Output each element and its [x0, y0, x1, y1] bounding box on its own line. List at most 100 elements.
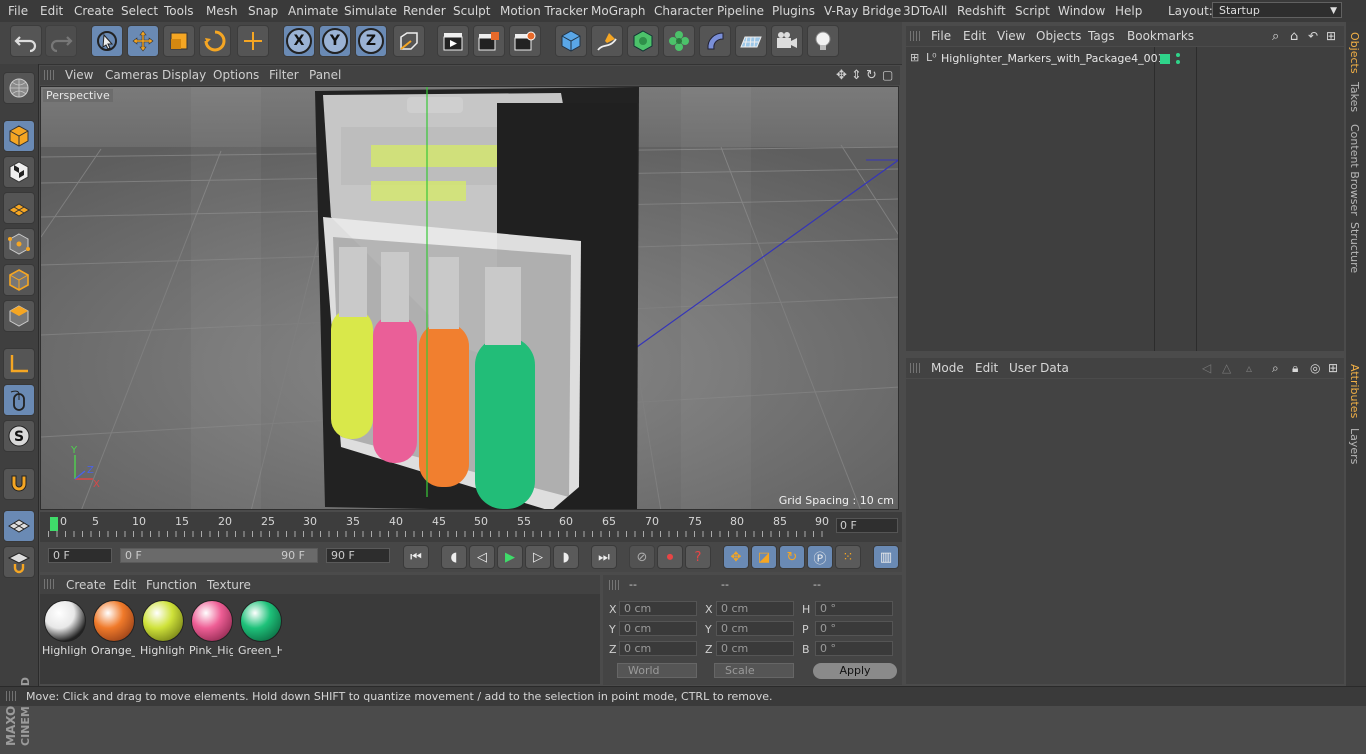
viewport-menu-cameras[interactable]: Cameras — [105, 68, 158, 82]
key-rotation-button[interactable]: ↻ — [779, 545, 805, 569]
autokey-button[interactable]: ? — [685, 545, 711, 569]
subdivision-surface-button[interactable] — [627, 25, 659, 57]
menu-plugins[interactable]: Plugins — [772, 4, 815, 18]
points-mode-button[interactable] — [3, 228, 35, 260]
render-to-picture-viewer-button[interactable] — [473, 25, 505, 57]
material-menu-edit[interactable]: Edit — [113, 578, 136, 592]
previous-frame-button[interactable]: ◁ — [469, 545, 495, 569]
om-menu-objects[interactable]: Objects — [1036, 29, 1081, 43]
z-axis-lock-button[interactable]: Z — [355, 25, 387, 57]
key-scale-button[interactable]: ◪ — [751, 545, 777, 569]
render-view-button[interactable] — [437, 25, 469, 57]
menu-pipeline[interactable]: Pipeline — [717, 4, 764, 18]
menu-animate[interactable]: Animate — [288, 4, 338, 18]
camera-button[interactable] — [771, 25, 803, 57]
position-y-field[interactable]: 0 cm — [619, 621, 697, 636]
light-button[interactable] — [807, 25, 839, 57]
undo-button[interactable] — [10, 25, 42, 57]
position-z-field[interactable]: 0 cm — [619, 641, 697, 656]
home-icon[interactable]: ⌂ — [1290, 29, 1298, 44]
panel-grip-icon[interactable] — [609, 580, 619, 590]
rotate-tool-button[interactable] — [199, 25, 231, 57]
viewport-move-icon[interactable]: ✥ — [836, 68, 847, 83]
tab-attributes[interactable]: Attributes — [1348, 364, 1361, 418]
object-name[interactable]: Highlighter_Markers_with_Package4_001 — [941, 52, 1165, 65]
om-menu-tags[interactable]: Tags — [1088, 29, 1115, 43]
lock-icon[interactable]: 🔒︎ — [1292, 361, 1298, 376]
x-axis-lock-button[interactable]: X — [283, 25, 315, 57]
visibility-render-icon[interactable] — [1176, 60, 1180, 64]
tab-content-browser[interactable]: Content Browser — [1348, 124, 1361, 216]
tweak-mode-button[interactable] — [3, 384, 35, 416]
panel-grip-icon[interactable] — [44, 70, 54, 80]
menu-select[interactable]: Select — [121, 4, 158, 18]
material-menu-texture[interactable]: Texture — [207, 578, 251, 592]
menu-script[interactable]: Script — [1015, 4, 1050, 18]
menu-snap[interactable]: Snap — [248, 4, 278, 18]
menu-render[interactable]: Render — [403, 4, 446, 18]
om-menu-edit[interactable]: Edit — [963, 29, 986, 43]
timeline-window-button[interactable]: ▥ — [873, 545, 899, 569]
cloner-button[interactable] — [663, 25, 695, 57]
menu-sculpt[interactable]: Sculpt — [453, 4, 490, 18]
menu-redshift[interactable]: Redshift — [957, 4, 1006, 18]
layout-dropdown[interactable]: Startup ▼ — [1212, 2, 1342, 18]
material-swatch[interactable]: Orange_ — [91, 598, 135, 657]
new-window-icon[interactable]: ⊞ — [1326, 29, 1336, 43]
search-icon[interactable]: ⌕ — [1272, 29, 1279, 44]
menu-character[interactable]: Character — [654, 4, 713, 18]
om-menu-file[interactable]: File — [931, 29, 951, 43]
size-x-field[interactable]: 0 cm — [716, 601, 794, 616]
next-frame-button[interactable]: ▷ — [525, 545, 551, 569]
planar-workplane-button[interactable] — [3, 546, 35, 578]
magnet-button[interactable] — [3, 468, 35, 500]
key-position-button[interactable]: ✥ — [723, 545, 749, 569]
redo-button[interactable] — [45, 25, 77, 57]
om-menu-bookmarks[interactable]: Bookmarks — [1127, 29, 1194, 43]
key-pla-button[interactable]: ⁙ — [835, 545, 861, 569]
spline-pen-button[interactable] — [591, 25, 623, 57]
material-swatch[interactable]: Highligh — [140, 598, 184, 657]
viewport-menu-panel[interactable]: Panel — [309, 68, 341, 82]
viewport-menu-display[interactable]: Display — [162, 68, 206, 82]
menu-mesh[interactable]: Mesh — [206, 4, 238, 18]
viewport-menu-filter[interactable]: Filter — [269, 68, 299, 82]
object-row[interactable]: ⊞ L⁰ Highlighter_Markers_with_Package4_0… — [908, 51, 1165, 67]
viewport-menu-options[interactable]: Options — [213, 68, 259, 82]
move-tool-button[interactable] — [127, 25, 159, 57]
make-editable-button[interactable] — [3, 72, 35, 104]
go-to-end-button[interactable]: ⏭ — [591, 545, 617, 569]
rotation-p-field[interactable]: 0 ° — [815, 621, 893, 636]
attr-menu-edit[interactable]: Edit — [975, 361, 998, 375]
back-arrow-icon[interactable]: ◁ — [1202, 361, 1211, 375]
scale-tool-button[interactable] — [163, 25, 195, 57]
coordinate-system-button[interactable] — [393, 25, 425, 57]
size-mode-dropdown[interactable]: Scale — [714, 663, 794, 678]
menu-3dtoall[interactable]: 3DToAll — [903, 4, 947, 18]
deformer-button[interactable] — [699, 25, 731, 57]
key-parameter-button[interactable]: Ⓟ — [807, 545, 833, 569]
cube-object-button[interactable] — [555, 25, 587, 57]
position-x-field[interactable]: 0 cm — [619, 601, 697, 616]
menu-help[interactable]: Help — [1115, 4, 1142, 18]
current-frame-field[interactable]: 0 F — [836, 518, 898, 533]
viewport-camera-label[interactable]: Perspective — [43, 89, 113, 102]
menu-window[interactable]: Window — [1058, 4, 1105, 18]
viewport-maximize-icon[interactable]: ▢ — [882, 68, 893, 82]
tab-takes[interactable]: Takes — [1348, 82, 1361, 112]
workplane-mode-button[interactable] — [3, 192, 35, 224]
model-mode-button[interactable] — [3, 120, 35, 152]
visibility-editor-icon[interactable] — [1176, 53, 1180, 57]
recent-tool-button[interactable] — [237, 25, 269, 57]
menu-create[interactable]: Create — [74, 4, 114, 18]
locked-workplane-button[interactable] — [3, 510, 35, 542]
menu-vray-bridge[interactable]: V-Ray Bridge — [824, 4, 901, 18]
tab-objects[interactable]: Objects — [1348, 32, 1361, 74]
material-menu-create[interactable]: Create — [66, 578, 106, 592]
material-swatch[interactable]: Pink_Hig — [189, 598, 233, 657]
render-settings-button[interactable] — [509, 25, 541, 57]
panel-grip-icon[interactable] — [910, 31, 920, 41]
search-icon[interactable]: ⌕ — [1272, 361, 1279, 376]
menu-simulate[interactable]: Simulate — [344, 4, 397, 18]
edges-mode-button[interactable] — [3, 264, 35, 296]
